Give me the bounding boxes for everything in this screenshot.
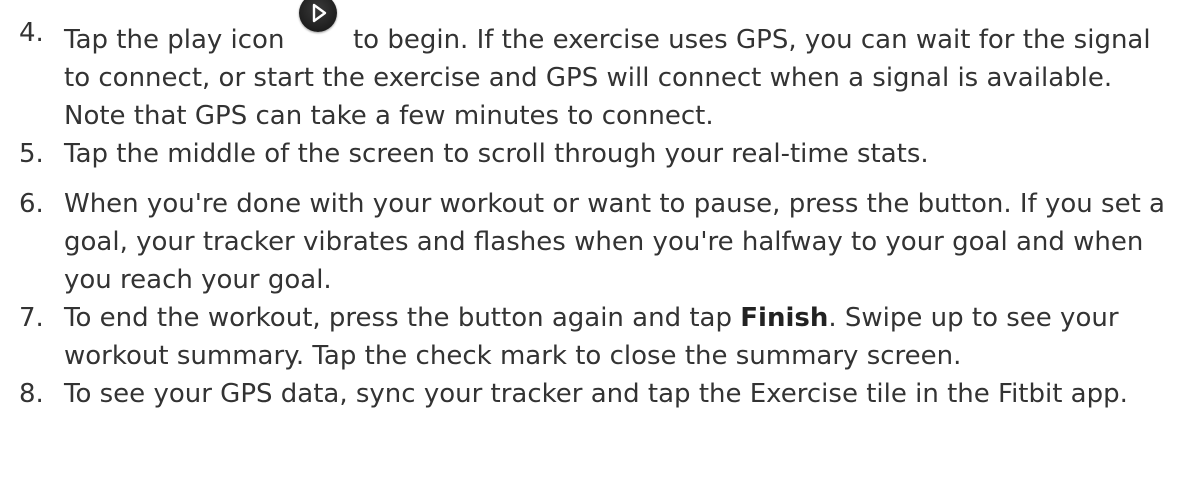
step-text: To see your GPS data, sync your tracker … <box>64 379 1128 409</box>
play-icon <box>298 0 337 32</box>
step-number: 4. <box>19 18 44 48</box>
step-text-before-bold: To end the workout, press the button aga… <box>64 303 741 333</box>
step-8: 8. To see your GPS data, sync your track… <box>0 375 1182 413</box>
step-number: 6. <box>19 189 44 219</box>
step-text: When you're done with your workout or wa… <box>64 189 1165 295</box>
instruction-list: 4. Tap the play icon to begin. If the ex… <box>0 0 1182 413</box>
step-text-before-icon: Tap the play icon <box>64 25 285 55</box>
step-number: 5. <box>19 139 44 169</box>
step-text: Tap the middle of the screen to scroll t… <box>64 139 929 169</box>
step-6: 6. When you're done with your workout or… <box>0 185 1182 299</box>
step-5: 5. Tap the middle of the screen to scrol… <box>0 135 1182 173</box>
step-7: 7. To end the workout, press the button … <box>0 299 1182 375</box>
finish-label: Finish <box>740 303 829 333</box>
step-number: 7. <box>19 303 44 333</box>
step-4: 4. Tap the play icon to begin. If the ex… <box>0 0 1182 135</box>
step-number: 8. <box>19 379 44 409</box>
